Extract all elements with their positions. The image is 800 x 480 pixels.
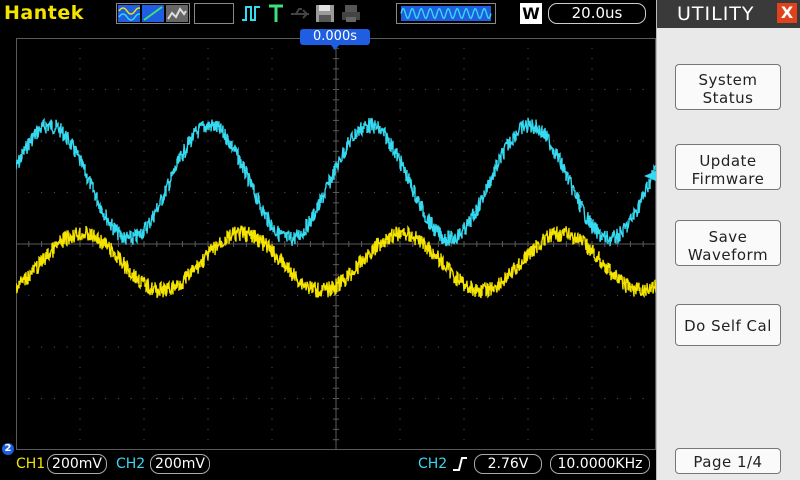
top-status-bar: Hantek W 20.0us	[0, 0, 656, 28]
ch2-volts-div[interactable]: 200mV	[150, 454, 210, 474]
menu-title-bar: UTILITY X	[657, 0, 800, 28]
trigger-position-readout[interactable]: 0.000s	[300, 29, 370, 45]
system-status-label-1: System	[698, 71, 758, 89]
save-waveform-label-2: Waveform	[687, 245, 769, 264]
save-waveform-button[interactable]: Save Waveform	[675, 220, 781, 266]
trigger-level-marker[interactable]	[644, 171, 656, 181]
menu-title: UTILITY	[677, 3, 755, 25]
scope-display	[16, 38, 656, 450]
printer-icon[interactable]	[340, 3, 362, 24]
trigger-position-marker	[330, 44, 340, 50]
self-cal-button[interactable]: Do Self Cal	[675, 304, 781, 346]
close-icon[interactable]: X	[777, 3, 797, 23]
utility-menu: UTILITY X System Status Update Firmware Sa…	[656, 0, 800, 480]
page-button[interactable]: Page 1/4	[675, 448, 781, 474]
w-indicator: W	[520, 3, 542, 24]
timebase-readout[interactable]: 20.0us	[548, 3, 646, 24]
trigger-t-icon[interactable]	[266, 3, 286, 24]
update-firmware-label-1: Update	[699, 151, 757, 170]
update-firmware-label-2: Firmware	[691, 169, 765, 188]
memory-wave-icon	[396, 3, 496, 24]
floppy-save-icon[interactable]	[314, 3, 336, 24]
empty-slot	[194, 3, 234, 24]
ch-wave-icon	[118, 5, 144, 22]
grid	[16, 38, 656, 450]
system-status-label-2: Status	[702, 89, 754, 107]
ch1-label: CH1	[16, 456, 46, 472]
ch2-label: CH2	[116, 456, 146, 472]
ch-ramp-icon	[142, 5, 164, 22]
trigger-level-readout[interactable]: 2.76V	[474, 454, 542, 474]
brand-logo: Hantek	[4, 2, 84, 24]
ch-dither-icon	[166, 5, 188, 22]
channel-icons[interactable]	[116, 3, 190, 24]
bottom-status-bar: CH1 200mV CH2 200mV CH2 2.76V 10.0000KHz	[0, 450, 656, 480]
run-stop-icon[interactable]	[240, 3, 262, 24]
system-status-button[interactable]: System Status	[675, 64, 781, 110]
usb-icon	[289, 3, 311, 24]
trigger-source-label: CH2	[418, 456, 448, 472]
update-firmware-button[interactable]: Update Firmware	[675, 144, 781, 190]
frequency-readout: 10.0000KHz	[550, 454, 650, 474]
ch1-volts-div[interactable]: 200mV	[47, 454, 107, 474]
save-waveform-label-1: Save	[708, 227, 748, 246]
rising-edge-icon	[452, 455, 468, 477]
